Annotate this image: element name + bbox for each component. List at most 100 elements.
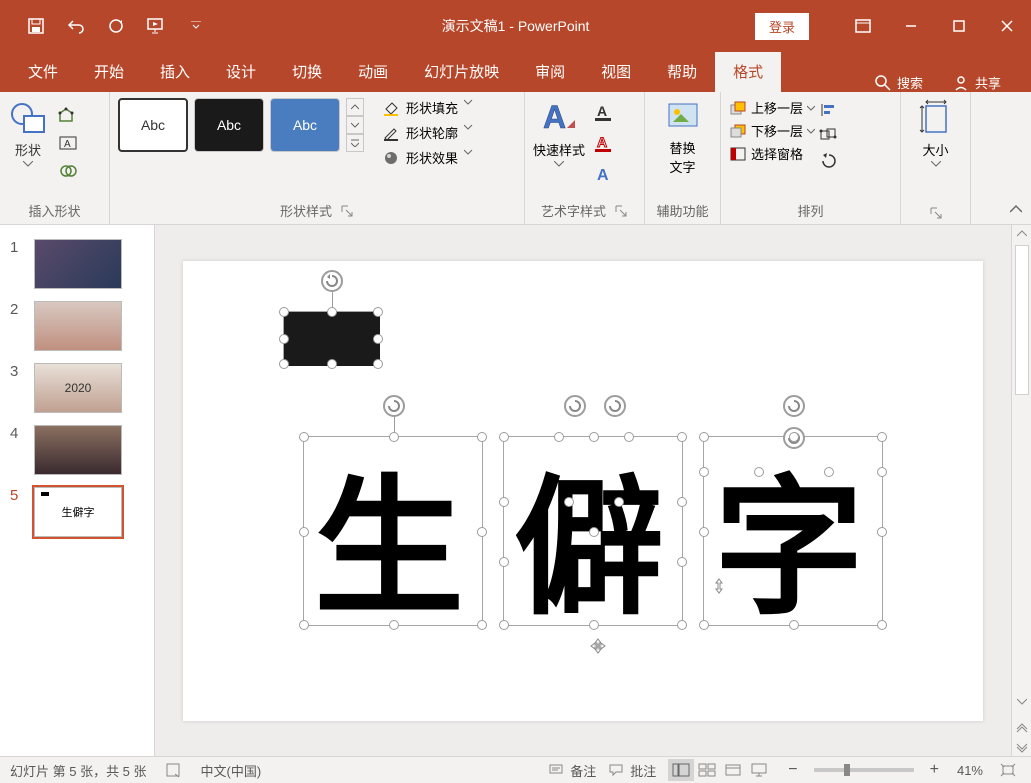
- search-button[interactable]: 搜索: [875, 73, 923, 92]
- tab-slideshow[interactable]: 幻灯片放映: [406, 51, 517, 92]
- tab-animation[interactable]: 动画: [340, 51, 406, 92]
- edit-shape-button[interactable]: [52, 104, 84, 126]
- prev-slide[interactable]: [1013, 720, 1031, 738]
- dialog-launcher-icon[interactable]: [929, 206, 943, 220]
- shape-style-gallery[interactable]: Abc Abc Abc: [118, 98, 364, 152]
- scroll-up[interactable]: [1013, 225, 1031, 243]
- zoom-slider[interactable]: [814, 768, 914, 772]
- size-label: 大小: [922, 140, 948, 159]
- notes-button[interactable]: 备注: [548, 761, 596, 780]
- ribbon-display-options[interactable]: [839, 0, 887, 52]
- svg-text:A: A: [597, 167, 609, 184]
- qat-dropdown[interactable]: [180, 10, 212, 42]
- tab-review[interactable]: 审阅: [517, 51, 583, 92]
- svg-text:A: A: [597, 103, 607, 119]
- language-indicator[interactable]: 中文(中国): [201, 761, 262, 780]
- chevron-down-icon: [807, 128, 815, 134]
- login-button[interactable]: 登录: [755, 13, 809, 40]
- chevron-down-icon: [464, 124, 482, 142]
- svg-text:A: A: [543, 99, 566, 135]
- shapes-button[interactable]: 形状: [8, 98, 48, 167]
- bring-forward-button[interactable]: 上移一层: [729, 98, 815, 117]
- merge-shapes-button[interactable]: [52, 160, 84, 182]
- selected-text-1[interactable]: 生: [303, 436, 483, 626]
- tab-help[interactable]: 帮助: [649, 51, 715, 92]
- quick-styles-button[interactable]: A 快速样式: [533, 98, 585, 167]
- text-effects-button[interactable]: A: [593, 164, 615, 187]
- redo-button[interactable]: [100, 10, 132, 42]
- slides-panel[interactable]: 1 2 32020 4 5生僻字: [0, 225, 155, 756]
- shape-style-3[interactable]: Abc: [270, 98, 340, 152]
- comments-button[interactable]: 批注: [608, 761, 656, 780]
- selected-rectangle[interactable]: [283, 311, 379, 365]
- maximize-button[interactable]: [935, 0, 983, 52]
- chevron-down-icon: [931, 161, 941, 167]
- collapse-ribbon-button[interactable]: [1005, 198, 1027, 220]
- selected-text-2[interactable]: 僻: [503, 436, 683, 626]
- zoom-level[interactable]: 41%: [957, 763, 983, 778]
- tab-home[interactable]: 开始: [76, 51, 142, 92]
- chevron-down-icon: [464, 99, 482, 117]
- style-gallery-up[interactable]: [346, 98, 364, 116]
- save-button[interactable]: [20, 10, 52, 42]
- style-gallery-more[interactable]: [346, 134, 364, 152]
- reading-view-button[interactable]: [720, 759, 746, 781]
- fit-to-window-button[interactable]: [995, 759, 1021, 781]
- group-button[interactable]: [819, 127, 839, 146]
- search-label: 搜索: [897, 73, 923, 92]
- tab-view[interactable]: 视图: [583, 51, 649, 92]
- undo-button[interactable]: [60, 10, 92, 42]
- shape-style-2[interactable]: Abc: [194, 98, 264, 152]
- tab-insert[interactable]: 插入: [142, 51, 208, 92]
- shape-outline-button[interactable]: 形状轮廓: [382, 123, 482, 142]
- svg-text:A: A: [64, 139, 71, 150]
- slide-counter[interactable]: 幻灯片 第 5 张，共 5 张: [10, 761, 147, 780]
- quick-styles-label: 快速样式: [533, 140, 585, 159]
- slideshow-view-button[interactable]: [746, 759, 772, 781]
- tab-file[interactable]: 文件: [10, 51, 76, 92]
- text-outline-button[interactable]: A: [593, 133, 615, 156]
- selection-pane-button[interactable]: 选择窗格: [729, 144, 815, 163]
- spell-check-icon[interactable]: [165, 762, 183, 778]
- minimize-button[interactable]: [887, 0, 935, 52]
- text-box-button[interactable]: A: [52, 132, 84, 154]
- slide-canvas[interactable]: 生 僻 字: [183, 261, 983, 721]
- slide-thumb-1[interactable]: 1: [0, 233, 154, 295]
- slide-thumb-4[interactable]: 4: [0, 419, 154, 481]
- start-from-beginning-button[interactable]: [140, 10, 172, 42]
- shape-effects-button[interactable]: 形状效果: [382, 148, 482, 167]
- slide-thumb-5[interactable]: 5生僻字: [0, 481, 154, 543]
- close-button[interactable]: [983, 0, 1031, 52]
- size-button[interactable]: 大小: [918, 98, 954, 167]
- slide-sorter-button[interactable]: [694, 759, 720, 781]
- tab-format[interactable]: 格式: [715, 51, 781, 92]
- tab-design[interactable]: 设计: [208, 51, 274, 92]
- shape-fill-button[interactable]: 形状填充: [382, 98, 482, 117]
- slide-thumb-2[interactable]: 2: [0, 295, 154, 357]
- vertical-scrollbar[interactable]: [1011, 225, 1031, 756]
- insert-shapes-group-label: 插入形状: [8, 197, 101, 222]
- style-gallery-down[interactable]: [346, 116, 364, 134]
- dialog-launcher-icon[interactable]: [614, 204, 628, 218]
- normal-view-button[interactable]: [668, 759, 694, 781]
- zoom-in-button[interactable]: +: [926, 761, 943, 779]
- alt-text-button[interactable]: 替换 文字: [663, 98, 703, 176]
- text-fill-button[interactable]: A: [593, 102, 615, 125]
- svg-text:A: A: [597, 134, 607, 150]
- slide-thumb-3[interactable]: 32020: [0, 357, 154, 419]
- arrange-group-label: 排列: [729, 197, 892, 222]
- selected-text-3[interactable]: 字: [703, 436, 883, 626]
- tab-transition[interactable]: 切换: [274, 51, 340, 92]
- rotate-button[interactable]: [819, 152, 839, 171]
- rotate-handle[interactable]: [383, 395, 405, 417]
- zoom-out-button[interactable]: −: [784, 761, 801, 779]
- align-button[interactable]: [819, 102, 839, 121]
- shape-style-1[interactable]: Abc: [118, 98, 188, 152]
- send-backward-button[interactable]: 下移一层: [729, 121, 815, 140]
- rotate-handle[interactable]: [321, 270, 343, 292]
- share-button[interactable]: 共享: [953, 73, 1001, 92]
- chevron-down-icon: [23, 161, 33, 167]
- dialog-launcher-icon[interactable]: [340, 204, 354, 218]
- scroll-down[interactable]: [1013, 692, 1031, 710]
- next-slide[interactable]: [1013, 738, 1031, 756]
